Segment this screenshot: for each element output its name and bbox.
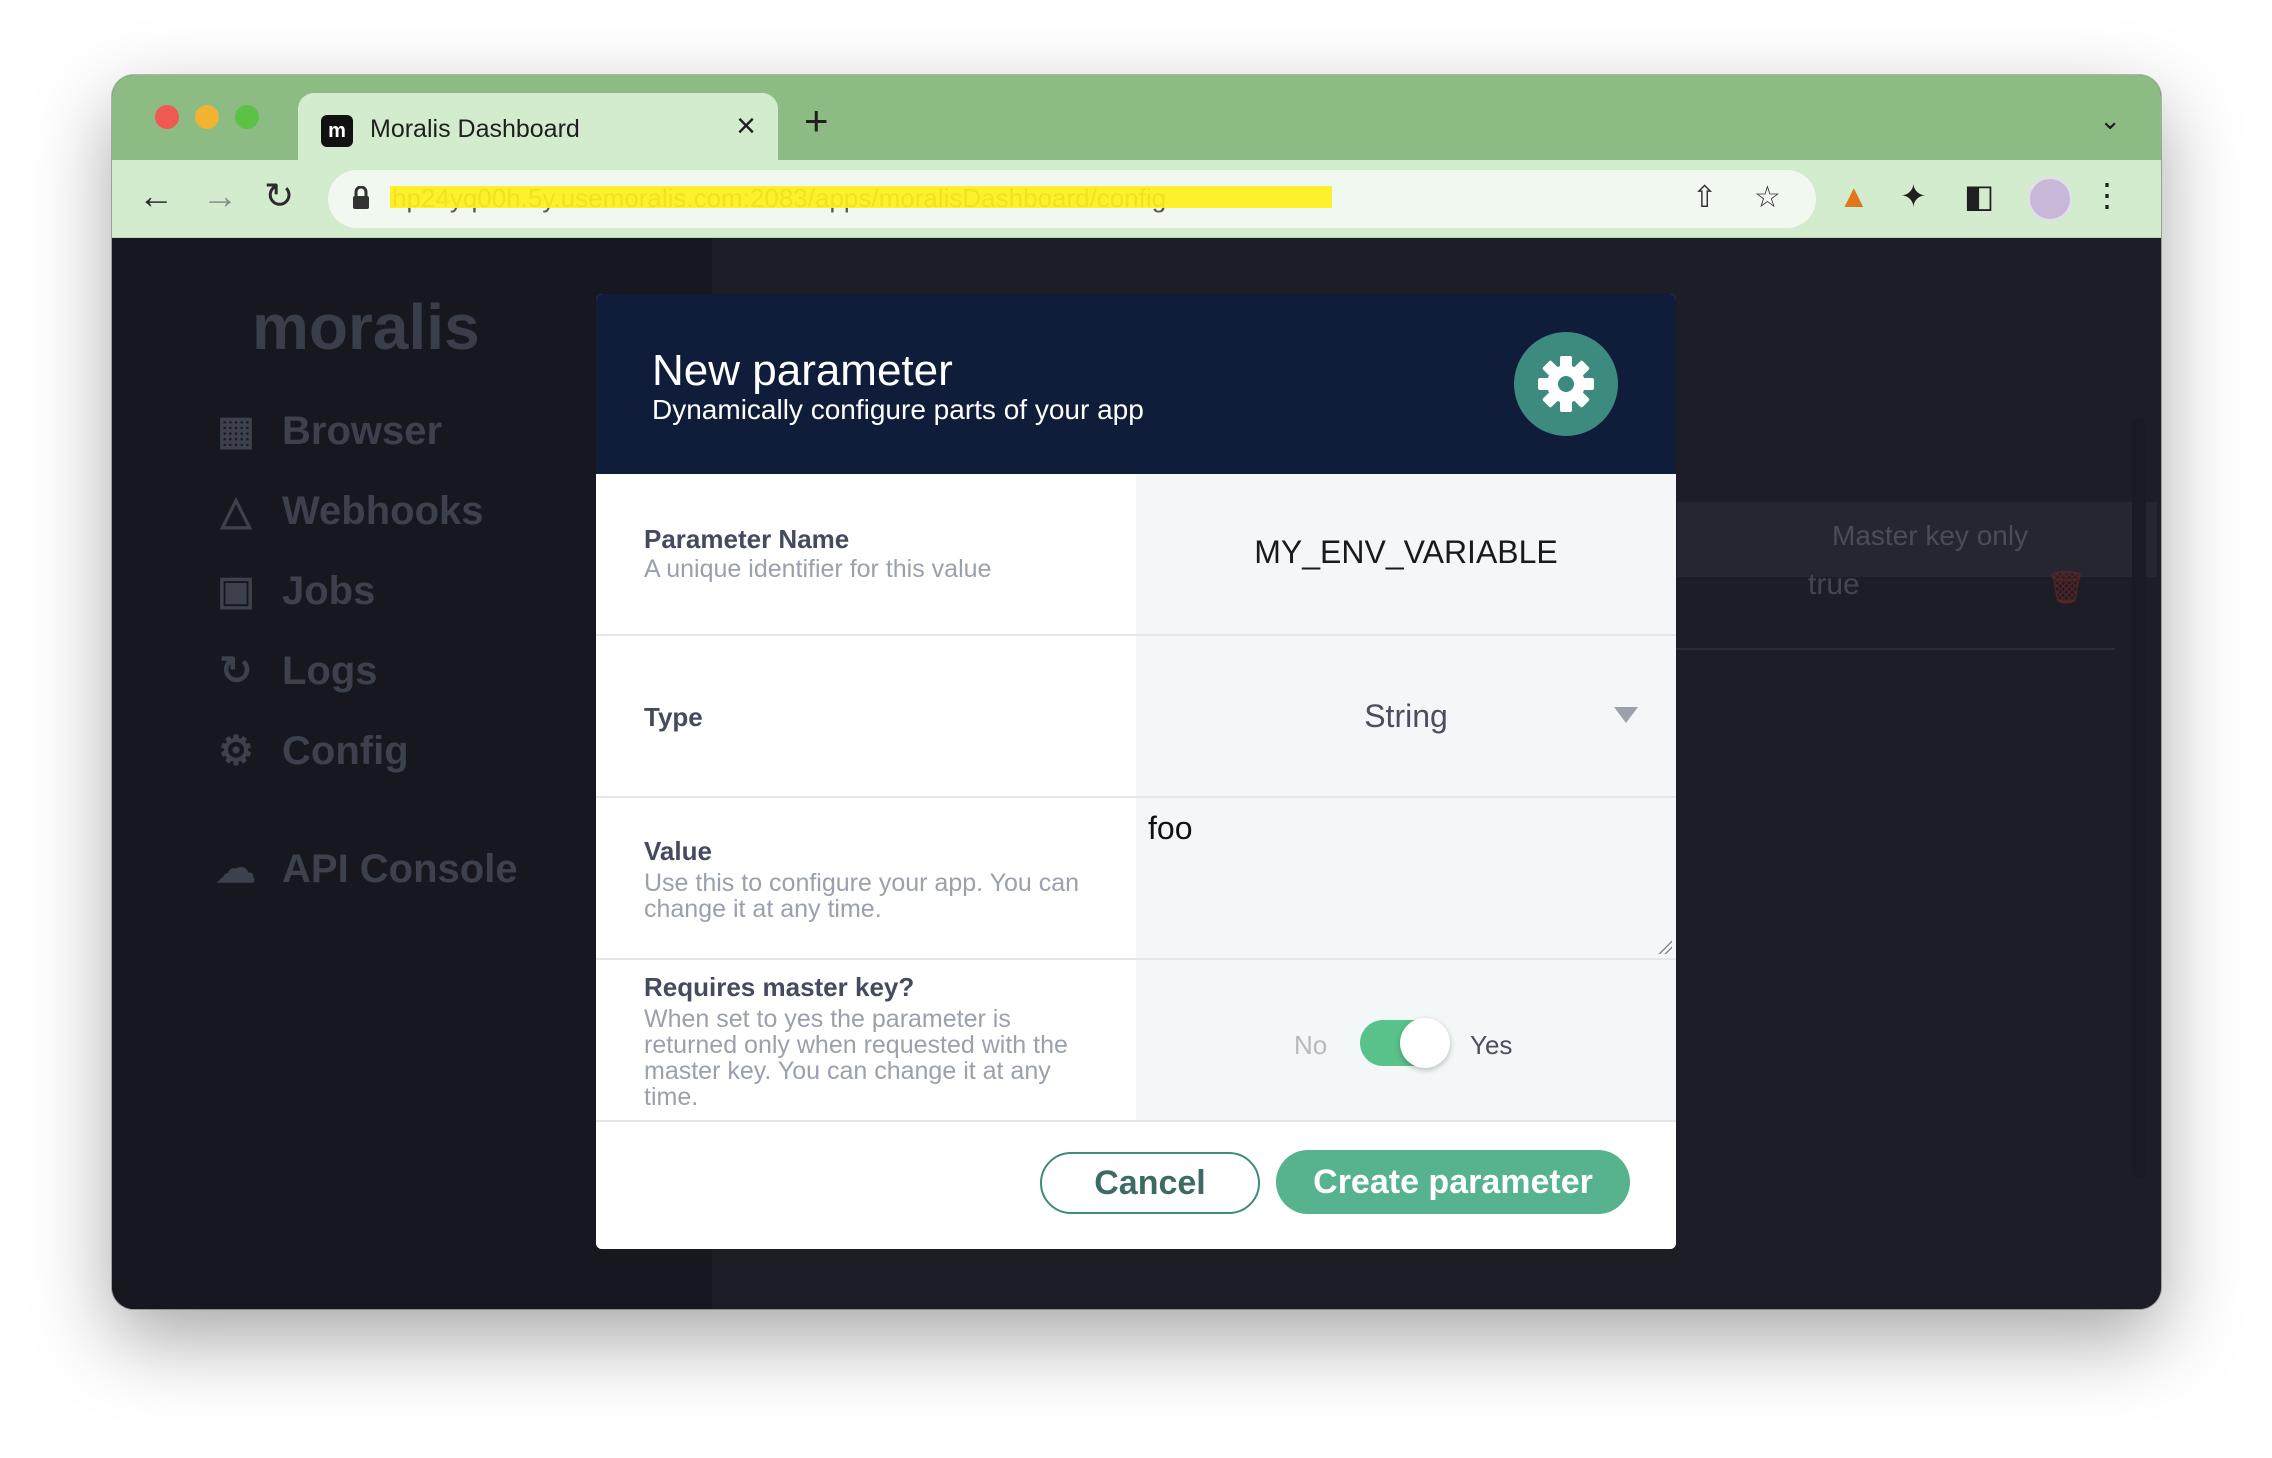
master-key-row: Requires master key? When set to yes the… — [596, 960, 1676, 1122]
type-label-cell: Type — [596, 636, 1136, 796]
refresh-icon: ↻ — [219, 649, 253, 693]
toggle-no-label: No — [1294, 1030, 1328, 1060]
parameter-name-value: MY_ENV_VARIABLE — [1254, 534, 1558, 570]
lock-icon — [353, 186, 369, 209]
minimize-window-button[interactable] — [195, 105, 219, 129]
moralis-favicon-icon: m — [321, 115, 353, 147]
type-row: Type String — [596, 636, 1676, 798]
tab-search-chevron-icon[interactable]: ⌄ — [2099, 105, 2121, 136]
scrollbar[interactable] — [2132, 418, 2146, 1178]
master-key-label-cell: Requires master key? When set to yes the… — [596, 960, 1136, 1120]
table-cell-master-key: true — [1808, 568, 1860, 601]
tab-close-icon[interactable]: × — [736, 109, 756, 143]
parameter-name-input[interactable]: MY_ENV_VARIABLE — [1136, 474, 1676, 634]
modal-footer: Cancel Create parameter — [596, 1122, 1676, 1249]
trash-icon[interactable]: 🗑 — [2046, 568, 2087, 606]
toggle-knob — [1400, 1018, 1450, 1068]
settings-gear-icon — [1514, 332, 1618, 436]
value-label-cell: Value Use this to configure your app. Yo… — [596, 798, 1136, 958]
parameter-name-row: Parameter Name A unique identifier for t… — [596, 474, 1676, 636]
profile-avatar[interactable] — [2028, 177, 2072, 221]
tab-strip: m Moralis Dashboard × + ⌄ — [112, 75, 2161, 161]
bookmark-star-icon[interactable]: ☆ — [1754, 180, 1781, 215]
extensions-puzzle-icon[interactable]: ✦ — [1900, 176, 1927, 216]
value-row: Value Use this to configure your app. Yo… — [596, 798, 1676, 960]
tab-title: Moralis Dashboard — [370, 115, 580, 143]
new-parameter-modal: New parameter Dynamically configure part… — [596, 294, 1676, 1249]
forward-icon[interactable]: → — [202, 174, 238, 218]
toggle-yes-label: Yes — [1470, 1030, 1513, 1060]
resize-handle-icon[interactable] — [1658, 940, 1672, 954]
share-icon[interactable]: ⇧ — [1692, 180, 1717, 215]
master-key-description: When set to yes the parameter is returne… — [644, 1005, 1068, 1111]
address-bar[interactable]: hp24yq00h.5y.usemoralis.com:2083/apps/mo… — [328, 170, 1816, 228]
modal-title: New parameter — [652, 346, 953, 395]
master-key-toggle[interactable] — [1360, 1018, 1450, 1068]
create-parameter-button[interactable]: Create parameter — [1276, 1150, 1630, 1214]
back-icon[interactable]: ← — [138, 174, 174, 218]
modal-subtitle: Dynamically configure parts of your app — [652, 394, 1144, 425]
master-key-toggle-cell: No Yes — [1136, 960, 1676, 1120]
type-select[interactable]: String — [1136, 636, 1676, 796]
parameter-name-label-cell: Parameter Name A unique identifier for t… — [596, 474, 1136, 634]
type-label: Type — [644, 702, 703, 732]
sidebar-item-config[interactable]: ⚙ Config — [214, 728, 409, 774]
value-textarea[interactable]: foo — [1136, 798, 1676, 958]
sidebar-item-label: Logs — [282, 649, 378, 693]
sidebar-item-jobs[interactable]: ▣ Jobs — [214, 568, 375, 614]
new-tab-button[interactable]: + — [804, 100, 829, 142]
type-selected-value: String — [1364, 698, 1448, 734]
webhook-icon: △ — [220, 489, 252, 533]
value-text: foo — [1148, 810, 1193, 846]
sidebar-item-webhooks[interactable]: △ Webhooks — [214, 488, 484, 534]
side-panel-icon[interactable]: ◧ — [1964, 176, 1994, 216]
value-description: Use this to configure your app. You can … — [644, 869, 1080, 923]
parameter-name-label: Parameter Name — [644, 524, 850, 554]
close-window-button[interactable] — [155, 105, 179, 129]
sidebar-item-label: API Console — [282, 847, 518, 891]
cloud-icon: ☁ — [216, 847, 256, 891]
more-menu-icon[interactable]: ⋮ — [2091, 176, 2123, 214]
moralis-logo: moralis — [252, 291, 480, 363]
sidebar-item-label: Config — [282, 729, 409, 773]
tab-moralis-dashboard[interactable]: m Moralis Dashboard × — [298, 93, 778, 161]
grid-icon: ▦ — [217, 409, 255, 453]
metamask-fox-icon[interactable]: ▲ — [1838, 176, 1870, 216]
cancel-button[interactable]: Cancel — [1040, 1152, 1260, 1214]
master-key-label: Requires master key? — [644, 972, 915, 1002]
modal-header: New parameter Dynamically configure part… — [596, 294, 1676, 474]
sidebar-item-browser[interactable]: ▦ Browser — [214, 408, 442, 454]
jobs-icon: ▣ — [217, 569, 255, 613]
sidebar-item-label: Jobs — [282, 569, 376, 613]
sidebar-item-label: Webhooks — [282, 489, 484, 533]
parameter-name-description: A unique identifier for this value — [644, 555, 992, 583]
url-redaction — [390, 186, 1332, 208]
gear-icon: ⚙ — [218, 729, 254, 773]
reload-icon[interactable]: ↻ — [264, 174, 294, 218]
sidebar-item-api-console[interactable]: ☁ API Console — [214, 846, 518, 892]
sidebar-item-label: Browser — [282, 409, 443, 453]
sidebar-item-logs[interactable]: ↻ Logs — [214, 648, 378, 694]
dropdown-arrow-icon — [1614, 707, 1638, 723]
maximize-window-button[interactable] — [235, 105, 259, 129]
column-header-master-key: Master key only — [1832, 520, 2029, 551]
browser-toolbar: ← → ↻ hp24yq00h.5y.usemoralis.com:2083/a… — [112, 160, 2161, 238]
value-label: Value — [644, 836, 712, 866]
table-row-divider — [1675, 648, 2115, 650]
